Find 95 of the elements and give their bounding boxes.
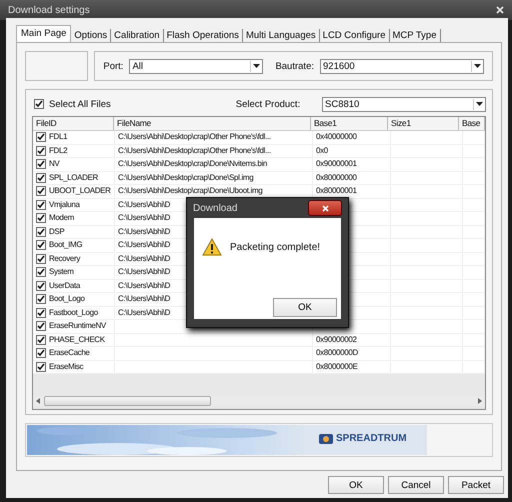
file-id: FDL2 <box>49 144 68 156</box>
port-label: Port: <box>103 60 124 72</box>
dropdown-arrow-icon[interactable] <box>474 64 481 68</box>
file-id: Fastboot_Logo <box>49 306 98 319</box>
dialog-button[interactable]: Cancel <box>388 476 444 494</box>
ok-button[interactable]: OK <box>273 298 337 317</box>
checkbox[interactable] <box>36 159 46 170</box>
checkbox[interactable] <box>36 200 46 210</box>
column-header[interactable]: FileName <box>114 117 311 130</box>
scroll-left-icon[interactable] <box>36 398 40 404</box>
file-path: C:\Users\Abhi\D <box>118 266 170 278</box>
checkbox[interactable] <box>34 99 44 109</box>
file-path: C:\Users\Abhi\Desktop\crap\Done\Uboot.img <box>118 185 262 197</box>
checkbox[interactable] <box>36 172 46 183</box>
column-header[interactable]: Base1 <box>311 117 388 130</box>
dialog-button[interactable]: Packet <box>448 476 504 494</box>
file-path: C:\Users\Abhi\D <box>118 280 170 292</box>
select-all-label: Select All Files <box>49 98 111 110</box>
base-address: 0x80000000 <box>316 172 357 184</box>
file-path: C:\Users\Abhi\D <box>118 226 170 238</box>
file-id: UserData <box>49 280 80 292</box>
horizontal-scrollbar[interactable] <box>33 395 485 406</box>
base-address: 0x0 <box>316 144 328 156</box>
product-dropdown[interactable]: SC8810 <box>322 96 486 112</box>
baudrate-label: Bautrate: <box>275 60 314 72</box>
file-id: Boot_Logo <box>49 293 85 305</box>
base-address: 0x8000000E <box>316 360 358 372</box>
tab[interactable]: LCD Configure <box>320 29 390 42</box>
checkbox[interactable] <box>36 240 46 250</box>
file-id: DSP <box>49 226 64 238</box>
scroll-thumb[interactable] <box>44 396 211 406</box>
file-id: EraseRuntimeNV <box>49 320 106 332</box>
checkbox[interactable] <box>36 334 46 345</box>
column-header[interactable]: FileID <box>33 117 114 130</box>
checkbox[interactable] <box>36 186 46 196</box>
close-button[interactable] <box>308 200 342 216</box>
checkbox[interactable] <box>36 321 46 332</box>
file-id: Vmjaluna <box>49 198 80 211</box>
file-id: Boot_IMG <box>49 239 82 251</box>
checkbox[interactable] <box>36 348 46 358</box>
tab[interactable]: Flash Operations <box>164 29 243 42</box>
scroll-right-icon[interactable] <box>478 398 482 404</box>
window-title: Download settings <box>8 4 90 16</box>
checkbox[interactable] <box>36 146 46 156</box>
product-label: Select Product: <box>236 98 300 110</box>
close-icon[interactable] <box>496 6 504 14</box>
dropdown-arrow-icon[interactable] <box>253 64 260 68</box>
base-address: 0x90000002 <box>316 334 357 346</box>
base-address: 0x80000001 <box>316 185 357 197</box>
empty-panel <box>25 51 88 81</box>
file-id: Recovery <box>49 252 80 265</box>
file-path: C:\Users\Abhi\Desktop\crap\Done\Spl.img <box>118 172 254 184</box>
checkbox[interactable] <box>36 362 46 372</box>
checkbox[interactable] <box>36 254 46 264</box>
logo: SPREADTRUM <box>319 433 407 444</box>
checkbox[interactable] <box>36 226 46 237</box>
file-id: EraseMisc <box>49 360 84 372</box>
base-address: 0x90000001 <box>316 158 357 170</box>
column-header[interactable]: Size1 <box>388 117 459 130</box>
file-id: System <box>49 266 74 278</box>
file-id: Modem <box>49 212 74 224</box>
checkbox[interactable] <box>36 280 46 291</box>
dialog-message: Packeting complete! <box>230 242 320 252</box>
file-path: C:\Users\Abhi\D <box>118 239 170 251</box>
file-id: PHASE_CHECK <box>49 334 105 346</box>
file-id: SPL_LOADER <box>49 172 98 184</box>
dialog-button[interactable]: OK <box>328 476 384 494</box>
base-address: 0x40000000 <box>316 131 357 143</box>
baudrate-dropdown[interactable]: 921600 <box>320 58 484 74</box>
dropdown-arrow-icon[interactable] <box>476 102 483 106</box>
file-path: C:\Users\Abhi\D <box>118 198 170 210</box>
file-id: UBOOT_LOADER <box>49 185 111 197</box>
dialog-title: Download <box>193 202 238 214</box>
file-path: C:\Users\Abhi\D <box>118 293 170 305</box>
file-path: C:\Users\Abhi\D <box>118 306 170 318</box>
file-path: C:\Users\Abhi\Desktop\crap\Done\Nvitems.bin <box>118 158 268 170</box>
file-id: EraseCache <box>49 347 90 359</box>
checkbox[interactable] <box>36 267 46 278</box>
column-header[interactable]: Base <box>459 117 485 130</box>
file-id: NV <box>49 158 60 170</box>
port-dropdown[interactable]: All <box>129 58 264 74</box>
file-id: FDL1 <box>49 131 68 143</box>
checkbox[interactable] <box>36 294 46 304</box>
tab[interactable]: MCP Type <box>390 29 441 42</box>
base-address: 0x8000000D <box>316 347 358 359</box>
file-path: C:\Users\Abhi\D <box>118 212 170 224</box>
file-path: C:\Users\Abhi\Desktop\crap\Other Phone's\fdl... <box>118 144 271 157</box>
checkbox[interactable] <box>36 308 46 318</box>
checkbox[interactable] <box>36 132 46 142</box>
file-path: C:\Users\Abhi\D <box>118 252 170 264</box>
file-path: C:\Users\Abhi\Desktop\crap\Other Phone's\fdl... <box>118 131 271 143</box>
checkbox[interactable] <box>36 213 46 224</box>
tab[interactable]: Main Page <box>16 25 72 42</box>
warning-icon <box>202 238 222 256</box>
close-icon <box>322 204 328 212</box>
